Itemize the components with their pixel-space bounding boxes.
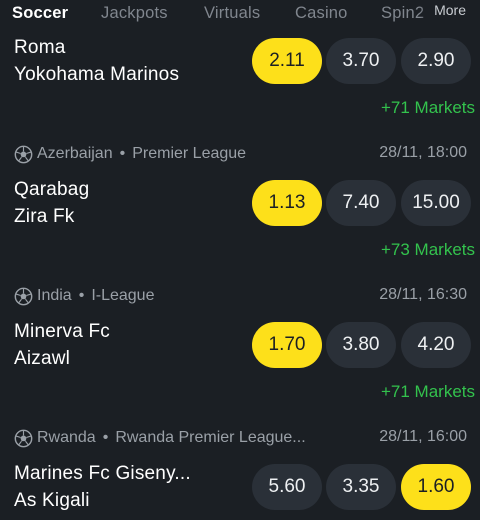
- tab-spin2[interactable]: Spin2: [381, 4, 424, 23]
- match-datetime: 28/11, 18:00: [379, 144, 467, 161]
- country-name: India: [37, 287, 72, 304]
- more-markets-link[interactable]: +71 Markets: [381, 382, 475, 402]
- away-team: As Kigali: [14, 490, 90, 511]
- odd-away-button[interactable]: 2.90: [401, 38, 471, 84]
- country-name: Rwanda: [37, 429, 96, 446]
- league-name: Rwanda Premier League...: [115, 429, 306, 446]
- separator-dot: •: [78, 287, 85, 304]
- odd-home-button[interactable]: 5.60: [252, 464, 322, 510]
- odd-draw-button[interactable]: 7.40: [326, 180, 396, 226]
- tab-virtuals[interactable]: Virtuals: [204, 4, 260, 23]
- league-info: Azerbaijan • Premier League: [14, 144, 246, 164]
- more-tabs-button[interactable]: More: [420, 0, 480, 34]
- home-team: Qarabag: [14, 179, 90, 200]
- odd-away-button[interactable]: 15.00: [401, 180, 471, 226]
- match-datetime: 28/11, 16:30: [379, 286, 467, 303]
- odd-away-button[interactable]: 1.60: [401, 464, 471, 510]
- match-card[interactable]: Azerbaijan • Premier League 28/11, 18:00…: [0, 144, 480, 264]
- country-name: Azerbaijan: [37, 145, 113, 162]
- league-name: Premier League: [132, 145, 247, 162]
- tab-soccer[interactable]: Soccer: [12, 4, 68, 23]
- odd-home-button[interactable]: 1.70: [252, 322, 322, 368]
- league-info: Rwanda • Rwanda Premier League...: [14, 428, 306, 448]
- odd-draw-button[interactable]: 3.35: [326, 464, 396, 510]
- tab-jackpots[interactable]: Jackpots: [101, 4, 168, 23]
- away-team: Zira Fk: [14, 206, 75, 227]
- match-card[interactable]: Rwanda • Rwanda Premier League... 28/11,…: [0, 428, 480, 520]
- match-datetime: 28/11, 16:00: [379, 428, 467, 445]
- soccer-ball-icon: [14, 145, 33, 163]
- home-team: Roma: [14, 37, 66, 58]
- soccer-ball-icon: [14, 287, 33, 305]
- odd-home-button[interactable]: 2.11: [252, 38, 322, 84]
- more-markets-link[interactable]: +71 Markets: [381, 98, 475, 118]
- odd-draw-button[interactable]: 3.70: [326, 38, 396, 84]
- sport-nav: Soccer Jackpots Virtuals Casino Spin2 Mo…: [0, 0, 480, 34]
- odd-away-button[interactable]: 4.20: [401, 322, 471, 368]
- home-team: Marines Fc Giseny...: [14, 463, 191, 484]
- odd-home-button[interactable]: 1.13: [252, 180, 322, 226]
- away-team: Aizawl: [14, 348, 71, 369]
- league-name: I-League: [91, 287, 155, 304]
- home-team: Minerva Fc: [14, 321, 110, 342]
- tab-casino[interactable]: Casino: [295, 4, 348, 23]
- match-card[interactable]: India • I-League 28/11, 16:30 Minerva Fc…: [0, 286, 480, 406]
- soccer-ball-icon: [14, 429, 33, 447]
- odd-draw-button[interactable]: 3.80: [326, 322, 396, 368]
- away-team: Yokohama Marinos: [14, 64, 180, 85]
- more-markets-link[interactable]: +73 Markets: [381, 240, 475, 260]
- separator-dot: •: [102, 429, 109, 446]
- league-info: India • I-League: [14, 286, 154, 306]
- separator-dot: •: [119, 145, 126, 162]
